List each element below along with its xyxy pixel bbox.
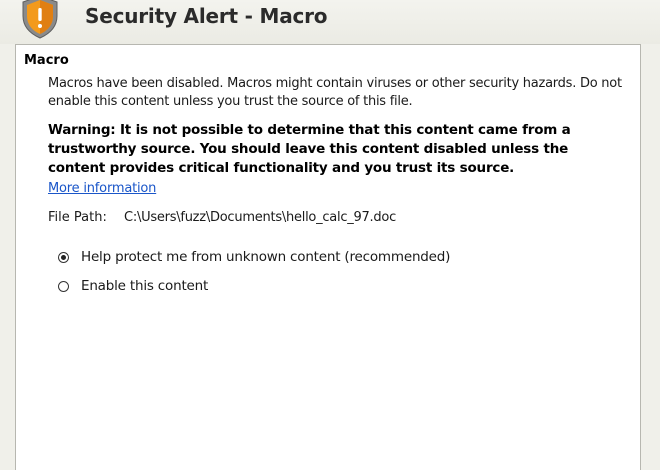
warning-text: Warning: It is not possible to determine… <box>48 122 571 176</box>
file-path-value: C:\Users\fuzz\Documents\hello_calc_97.do… <box>124 210 397 225</box>
more-information-link[interactable]: More information <box>48 181 156 196</box>
macro-description: Macros have been disabled. Macros might … <box>48 76 622 109</box>
security-alert-dialog: Security Alert - Macro Macro Macros have… <box>0 0 660 470</box>
section-title: Macro <box>24 53 69 68</box>
dialog-title: Security Alert - Macro <box>85 4 328 28</box>
option-help-protect[interactable]: Help protect me from unknown content (re… <box>58 248 450 266</box>
option-help-protect-label[interactable]: Help protect me from unknown content (re… <box>81 249 450 265</box>
shield-icon <box>20 0 60 40</box>
option-enable-content[interactable]: Enable this content <box>58 277 208 295</box>
radio-help-protect[interactable] <box>58 251 69 263</box>
content-panel: Macro Macros have been disabled. Macros … <box>15 44 641 470</box>
file-path-label: File Path: <box>48 210 107 225</box>
option-enable-content-label[interactable]: Enable this content <box>81 278 208 294</box>
radio-enable-content[interactable] <box>58 280 69 292</box>
dialog-header: Security Alert - Macro <box>0 0 660 44</box>
